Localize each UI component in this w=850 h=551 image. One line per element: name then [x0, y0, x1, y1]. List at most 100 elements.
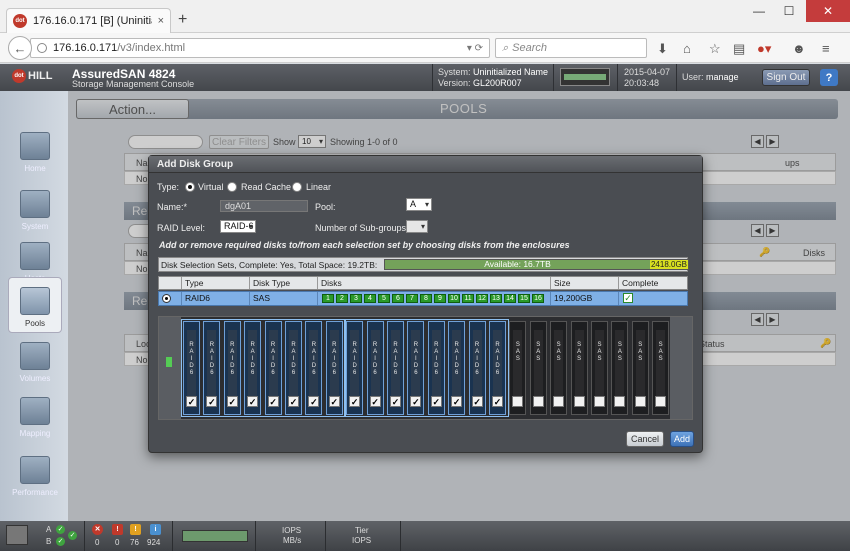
type-read-cache-label[interactable]: Read Cache: [241, 182, 291, 192]
disk-slot-label: RAID6: [413, 342, 419, 376]
disk-select-checkbox[interactable]: ✓: [430, 396, 442, 407]
disk-slot[interactable]: R A I D 6 ✓: [427, 321, 445, 415]
disk-select-checkbox[interactable]: ✓: [492, 396, 503, 407]
disk-slot[interactable]: SAS: [570, 321, 588, 415]
disk-select-checkbox[interactable]: ✓: [451, 396, 463, 407]
controller-icon[interactable]: [6, 525, 28, 545]
nav-pools[interactable]: Pools: [8, 277, 62, 333]
disk-select-checkbox[interactable]: [655, 396, 667, 407]
disk-slot[interactable]: R A I D 6 ✓: [183, 321, 200, 415]
disk-slot[interactable]: R A I D 6 ✓: [203, 321, 221, 415]
disk-select-checkbox[interactable]: ✓: [308, 396, 320, 407]
disk-select-checkbox[interactable]: [573, 396, 585, 407]
cancel-button[interactable]: Cancel: [626, 431, 664, 447]
download-icon[interactable]: ⬇: [657, 41, 668, 57]
user-info[interactable]: User: manage: [682, 72, 739, 83]
disk-slot[interactable]: R A I D 6 ✓: [244, 321, 262, 415]
disk-slot[interactable]: R A I D 6 ✓: [325, 321, 343, 415]
row-select-radio[interactable]: [162, 294, 171, 303]
disk-slot[interactable]: SAS: [631, 321, 649, 415]
search-input[interactable]: ⌕ Search: [495, 38, 647, 58]
disk-select-checkbox[interactable]: ✓: [247, 396, 259, 407]
help-button[interactable]: ?: [820, 69, 838, 86]
disk-slot[interactable]: R A I D 6 ✓: [285, 321, 302, 415]
raid-level-select[interactable]: RAID-6 ▾: [220, 220, 256, 233]
disk-slot[interactable]: SAS: [550, 321, 568, 415]
selection-set-row[interactable]: RAID6 SAS 1 2 3 4 5 6 7 8 9 10 11 12 13 14 15 16 19,200…: [158, 291, 688, 306]
disk-select-checkbox[interactable]: [634, 396, 646, 407]
tab-close-icon[interactable]: ×: [158, 15, 164, 27]
disk-select-checkbox[interactable]: ✓: [267, 396, 279, 407]
disk-select-checkbox[interactable]: ✓: [288, 396, 299, 407]
disk-slot[interactable]: SAS: [529, 321, 547, 415]
disk-slot[interactable]: R A I D 6 ✓: [468, 321, 486, 415]
sign-out-button[interactable]: Sign Out: [762, 69, 810, 86]
chat-icon[interactable]: ☻: [792, 41, 806, 56]
disk-select-checkbox[interactable]: ✓: [410, 396, 422, 407]
name-label: Name:*: [157, 202, 188, 212]
window-close-button[interactable]: ✕: [806, 0, 850, 22]
home-icon: [20, 132, 50, 160]
home-browser-icon[interactable]: ⌂: [683, 41, 691, 56]
enclosure-thumbnail[interactable]: [560, 68, 610, 86]
disk-slot[interactable]: R A I D 6 ✓: [264, 321, 282, 415]
nav-system[interactable]: System: [8, 179, 62, 235]
disk-slot[interactable]: R A I D 6 ✓: [366, 321, 384, 415]
disk-select-checkbox[interactable]: ✓: [186, 396, 197, 407]
disk-select-checkbox[interactable]: [532, 396, 544, 407]
date-time[interactable]: 2015-04-07 20:03:48: [624, 67, 670, 89]
type-linear-label[interactable]: Linear: [306, 182, 331, 192]
nav-home[interactable]: Home: [8, 121, 62, 177]
subgroups-select[interactable]: ▾: [406, 220, 428, 233]
disk-select-checkbox[interactable]: ✓: [206, 396, 218, 407]
type-linear-radio[interactable]: [292, 182, 302, 192]
menu-icon[interactable]: ≡: [822, 41, 830, 56]
disk-slot[interactable]: R A I D 6 ✓: [387, 321, 404, 415]
disk-slot[interactable]: SAS: [591, 321, 608, 415]
reading-list-icon[interactable]: ▤: [733, 41, 745, 57]
disk-select-checkbox[interactable]: ✓: [471, 396, 483, 407]
disk-slot[interactable]: SAS: [611, 321, 629, 415]
add-button[interactable]: Add: [670, 431, 694, 447]
type-virtual-radio[interactable]: [185, 182, 195, 192]
disk-select-checkbox[interactable]: ✓: [226, 396, 238, 407]
warning-icon[interactable]: !: [130, 524, 141, 535]
disk-slot[interactable]: R A I D 6 ✓: [223, 321, 241, 415]
disk-select-checkbox[interactable]: ✓: [328, 396, 340, 407]
disk-slot[interactable]: R A I D 6 ✓: [448, 321, 466, 415]
system-info[interactable]: System: Uninitialized Name Version: GL20…: [438, 67, 548, 89]
disk-slot[interactable]: R A I D 6 ✓: [305, 321, 323, 415]
critical-icon[interactable]: ✕: [92, 524, 103, 535]
disk-slot[interactable]: SAS: [509, 321, 527, 415]
disk-select-checkbox[interactable]: [553, 396, 565, 407]
url-bar[interactable]: 176.16.0.171/v3/index.html ▾ ⟳: [30, 38, 490, 58]
disk-slot[interactable]: R A I D 6 ✓: [489, 321, 506, 415]
maximize-button[interactable]: ☐: [774, 0, 804, 22]
adblock-icon[interactable]: ●▾: [757, 41, 771, 57]
type-virtual-label[interactable]: Virtual: [198, 182, 223, 192]
info-icon[interactable]: i: [150, 524, 161, 535]
pool-select[interactable]: A ▾: [406, 198, 432, 211]
capacity-gauge[interactable]: [182, 530, 248, 542]
nav-volumes[interactable]: Volumes: [8, 331, 62, 387]
type-read-cache-radio[interactable]: [227, 182, 237, 192]
disk-select-checkbox[interactable]: [512, 396, 524, 407]
disk-slot[interactable]: SAS: [652, 321, 670, 415]
nav-performance[interactable]: Performance: [8, 445, 62, 501]
back-arrow-icon[interactable]: ←: [8, 36, 32, 60]
disk-select-checkbox[interactable]: ✓: [390, 396, 401, 407]
disk-select-checkbox[interactable]: [614, 396, 626, 407]
new-tab-button[interactable]: +: [178, 11, 187, 29]
disk-slot[interactable]: R A I D 6 ✓: [346, 321, 364, 415]
disk-select-checkbox[interactable]: ✓: [349, 396, 361, 407]
browser-tab[interactable]: dot 176.16.0.171 [B] (Uninitializ... ×: [6, 8, 171, 33]
minimize-button[interactable]: —: [744, 0, 774, 22]
nav-mapping[interactable]: Mapping: [8, 386, 62, 442]
disk-select-checkbox[interactable]: ✓: [369, 396, 381, 407]
error-icon[interactable]: !: [112, 524, 123, 535]
reload-icon[interactable]: ▾ ⟳: [467, 43, 489, 54]
disk-slot[interactable]: R A I D 6 ✓: [407, 321, 425, 415]
bookmark-star-icon[interactable]: ☆: [709, 41, 721, 57]
name-input[interactable]: dgA01: [220, 200, 308, 212]
disk-select-checkbox[interactable]: [594, 396, 605, 407]
